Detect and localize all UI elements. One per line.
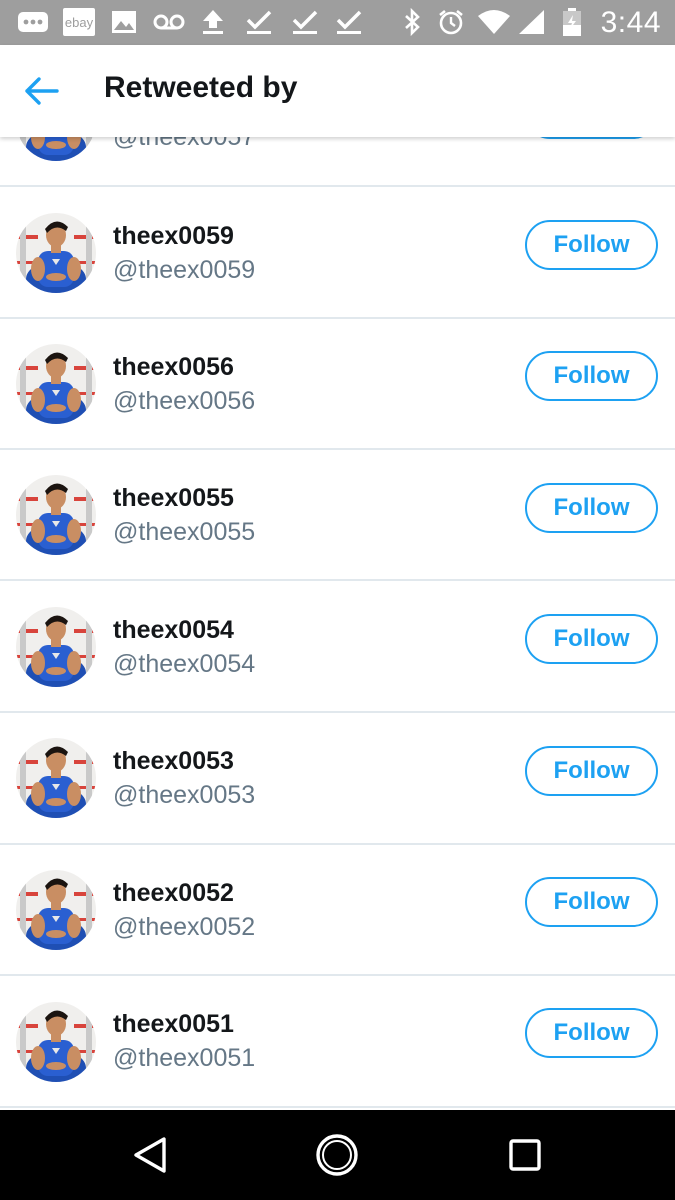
bluetooth-icon [400, 8, 424, 36]
list-item[interactable]: theex0059 @theex0059 Follow [0, 188, 675, 319]
app-bar: Retweeted by [0, 45, 675, 137]
nav-back-button[interactable] [125, 1130, 175, 1180]
user-handle: @theex0055 [113, 518, 256, 546]
avatar[interactable] [16, 475, 96, 555]
list-item[interactable]: theex0052 @theex0052 Follow [0, 845, 675, 976]
voicemail-icon [152, 8, 186, 36]
follow-button[interactable]: Follow [525, 614, 658, 664]
user-handle: @theex0056 [113, 387, 256, 415]
avatar[interactable] [16, 607, 96, 687]
retweeters-list: @theex0057 theex0059 @theex0059 Follow t… [0, 137, 675, 1110]
check-icon [334, 8, 364, 36]
user-handle: @theex0051 [113, 1044, 256, 1072]
avatar[interactable] [16, 870, 96, 950]
list-item[interactable]: theex0053 @theex0053 Follow [0, 714, 675, 845]
list-item[interactable]: theex0056 @theex0056 Follow [0, 319, 675, 450]
user-handle: @theex0052 [113, 913, 256, 941]
avatar[interactable] [16, 137, 96, 161]
ebay-icon: ebay [62, 8, 96, 36]
list-item[interactable]: theex0055 @theex0055 Follow [0, 450, 675, 581]
wifi-icon [476, 8, 512, 36]
check-icon [244, 8, 274, 36]
screen: ebay 3:44 Retweeted by @theex0057 theex0… [0, 0, 675, 1200]
user-display-name: theex0051 [113, 1010, 234, 1038]
recents-square-icon [509, 1139, 541, 1171]
image-icon [110, 8, 138, 36]
avatar[interactable] [16, 213, 96, 293]
back-triangle-icon [134, 1137, 166, 1173]
avatar[interactable] [16, 344, 96, 424]
user-display-name: theex0059 [113, 222, 234, 250]
follow-button[interactable]: Follow [525, 220, 658, 270]
follow-button[interactable]: Follow [525, 351, 658, 401]
status-time: 3:44 [600, 6, 661, 39]
page-title: Retweeted by [104, 71, 298, 104]
nav-recents-button[interactable] [500, 1130, 550, 1180]
ebay-label: ebay [63, 8, 95, 36]
list-item[interactable]: theex0051 @theex0051 Follow [0, 977, 675, 1108]
battery-icon [560, 8, 584, 36]
more-notifications-icon [16, 8, 50, 36]
user-display-name: theex0052 [113, 879, 234, 907]
list-item[interactable]: @theex0057 [0, 137, 675, 187]
upload-icon [200, 8, 226, 36]
user-handle: @theex0057 [113, 137, 256, 151]
signal-icon [516, 8, 546, 36]
system-nav-bar [0, 1110, 675, 1200]
user-handle: @theex0054 [113, 650, 256, 678]
avatar[interactable] [16, 738, 96, 818]
user-display-name: theex0055 [113, 484, 234, 512]
check-icon [290, 8, 320, 36]
follow-button[interactable]: Follow [525, 877, 658, 927]
follow-button[interactable] [525, 137, 658, 139]
arrow-left-icon [25, 77, 59, 105]
user-handle: @theex0059 [113, 256, 256, 284]
nav-home-button[interactable] [312, 1130, 362, 1180]
alarm-icon [436, 8, 466, 36]
avatar[interactable] [16, 1002, 96, 1082]
follow-button[interactable]: Follow [525, 1008, 658, 1058]
user-display-name: theex0056 [113, 353, 234, 381]
user-display-name: theex0054 [113, 616, 234, 644]
home-circle-icon [316, 1134, 358, 1176]
user-handle: @theex0053 [113, 781, 256, 809]
follow-button[interactable]: Follow [525, 746, 658, 796]
back-button[interactable] [20, 69, 64, 113]
user-display-name: theex0053 [113, 747, 234, 775]
status-bar: ebay 3:44 [0, 0, 675, 45]
follow-button[interactable]: Follow [525, 483, 658, 533]
list-item[interactable]: theex0054 @theex0054 Follow [0, 582, 675, 713]
